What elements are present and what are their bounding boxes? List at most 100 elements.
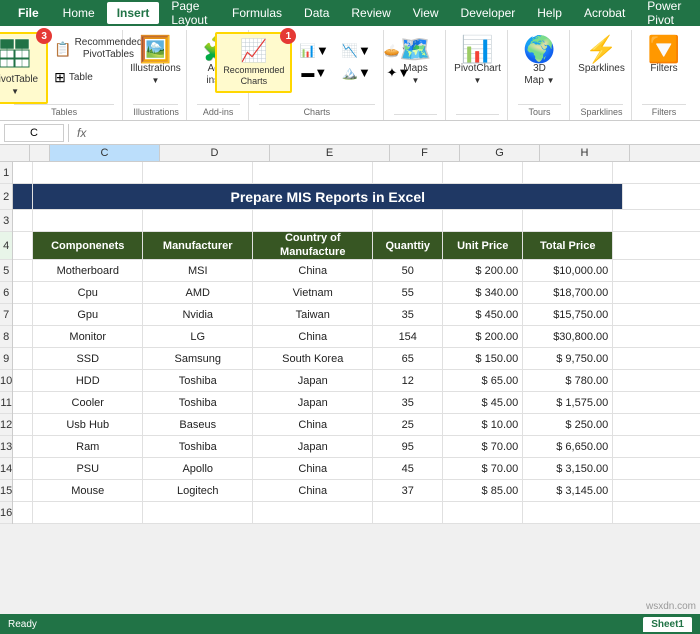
header-manufacturer[interactable]: Manufacturer [143, 232, 253, 259]
cell-qty-10[interactable]: 12 [373, 370, 443, 391]
cell-component-9[interactable]: SSD [33, 348, 143, 369]
cell-f1[interactable] [373, 162, 443, 183]
col-header-c[interactable]: C [50, 145, 160, 161]
cell-component-13[interactable]: Ram [33, 436, 143, 457]
cell-manufacturer-15[interactable]: Logitech [143, 480, 253, 501]
cell-f16[interactable] [373, 502, 443, 523]
cell-d1[interactable] [143, 162, 253, 183]
cell-country-10[interactable]: Japan [253, 370, 373, 391]
col-header-e[interactable]: E [270, 145, 390, 161]
tab-developer[interactable]: Developer [451, 2, 526, 24]
tab-power-pivot[interactable]: Power Pivot [637, 0, 694, 31]
cell-e16[interactable] [253, 502, 373, 523]
cell-total-10[interactable]: $ 780.00 [523, 370, 613, 391]
cell-h3[interactable] [523, 210, 613, 231]
cell-manufacturer-13[interactable]: Toshiba [143, 436, 253, 457]
cell-g1[interactable] [443, 162, 523, 183]
recommended-charts-button[interactable]: 1 📈 RecommendedCharts [215, 32, 292, 93]
cell-h1[interactable] [523, 162, 613, 183]
cell-price-6[interactable]: $ 340.00 [443, 282, 523, 303]
cell-b1[interactable] [13, 162, 33, 183]
3d-map-button[interactable]: 🌍 3DMap ▼ [515, 32, 563, 91]
cell-total-14[interactable]: $ 3,150.00 [523, 458, 613, 479]
col-header-g[interactable]: G [460, 145, 540, 161]
cell-qty-11[interactable]: 35 [373, 392, 443, 413]
sparklines-button[interactable]: ⚡ Sparklines [570, 32, 633, 79]
tab-home[interactable]: Home [53, 2, 105, 24]
cell-b4[interactable] [13, 232, 33, 259]
cell-qty-12[interactable]: 25 [373, 414, 443, 435]
cell-country-14[interactable]: China [253, 458, 373, 479]
cell-total-13[interactable]: $ 6,650.00 [523, 436, 613, 457]
cell-total-7[interactable]: $15,750.00 [523, 304, 613, 325]
cell-qty-9[interactable]: 65 [373, 348, 443, 369]
cell-country-13[interactable]: Japan [253, 436, 373, 457]
tab-insert[interactable]: Insert [107, 2, 160, 24]
cell-component-14[interactable]: PSU [33, 458, 143, 479]
filters-button[interactable]: 🔽 Filters [640, 32, 688, 79]
line-chart-button[interactable]: 📉▼ [336, 41, 376, 61]
cell-price-13[interactable]: $ 70.00 [443, 436, 523, 457]
cell-total-8[interactable]: $30,800.00 [523, 326, 613, 347]
spreadsheet-title[interactable]: Prepare MIS Reports in Excel [33, 184, 623, 209]
cell-c16[interactable] [33, 502, 143, 523]
tab-view[interactable]: View [403, 2, 449, 24]
cell-c3[interactable] [33, 210, 143, 231]
cell-g3[interactable] [443, 210, 523, 231]
cell-country-12[interactable]: China [253, 414, 373, 435]
cell-total-5[interactable]: $10,000.00 [523, 260, 613, 281]
cell-e3[interactable] [253, 210, 373, 231]
maps-button[interactable]: 🗺️ Maps ▼ [391, 32, 439, 91]
tab-acrobat[interactable]: Acrobat [574, 2, 635, 24]
cell-manufacturer-11[interactable]: Toshiba [143, 392, 253, 413]
tab-page-layout[interactable]: Page Layout [161, 0, 220, 31]
cell-g16[interactable] [443, 502, 523, 523]
name-box[interactable] [4, 124, 64, 142]
cell-manufacturer-5[interactable]: MSI [143, 260, 253, 281]
cell-component-5[interactable]: Motherboard [33, 260, 143, 281]
cell-qty-13[interactable]: 95 [373, 436, 443, 457]
bar-chart-button[interactable]: ▬▼ [294, 63, 334, 83]
cell-d3[interactable] [143, 210, 253, 231]
pivot-chart-button[interactable]: 📊 PivotChart ▼ [446, 32, 509, 91]
cell-country-8[interactable]: China [253, 326, 373, 347]
tab-data[interactable]: Data [294, 2, 339, 24]
cell-e1[interactable] [253, 162, 373, 183]
cell-component-8[interactable]: Monitor [33, 326, 143, 347]
cell-price-10[interactable]: $ 65.00 [443, 370, 523, 391]
illustrations-button[interactable]: 🖼️ Illustrations ▼ [122, 32, 189, 91]
header-quantity[interactable]: Quanttiy [373, 232, 443, 259]
cell-h16[interactable] [523, 502, 613, 523]
cell-component-10[interactable]: HDD [33, 370, 143, 391]
cell-total-6[interactable]: $18,700.00 [523, 282, 613, 303]
cell-manufacturer-8[interactable]: LG [143, 326, 253, 347]
col-header-b[interactable] [30, 145, 50, 161]
cell-b3[interactable] [13, 210, 33, 231]
cell-country-15[interactable]: China [253, 480, 373, 501]
cell-total-15[interactable]: $ 3,145.00 [523, 480, 613, 501]
col-header-h[interactable]: H [540, 145, 630, 161]
cell-price-8[interactable]: $ 200.00 [443, 326, 523, 347]
cell-component-7[interactable]: Gpu [33, 304, 143, 325]
cell-manufacturer-7[interactable]: Nvidia [143, 304, 253, 325]
area-chart-button[interactable]: 🏔️▼ [336, 63, 376, 83]
cell-qty-15[interactable]: 37 [373, 480, 443, 501]
tab-review[interactable]: Review [341, 2, 400, 24]
cell-price-9[interactable]: $ 150.00 [443, 348, 523, 369]
cell-country-7[interactable]: Taiwan [253, 304, 373, 325]
cell-b5[interactable] [13, 260, 33, 281]
cell-price-7[interactable]: $ 450.00 [443, 304, 523, 325]
column-chart-button[interactable]: 📊▼ [294, 41, 334, 61]
cell-component-11[interactable]: Cooler [33, 392, 143, 413]
cell-total-9[interactable]: $ 9,750.00 [523, 348, 613, 369]
cell-price-15[interactable]: $ 85.00 [443, 480, 523, 501]
tab-formulas[interactable]: Formulas [222, 2, 292, 24]
cell-manufacturer-6[interactable]: AMD [143, 282, 253, 303]
cell-price-12[interactable]: $ 10.00 [443, 414, 523, 435]
cell-component-6[interactable]: Cpu [33, 282, 143, 303]
col-header-f[interactable]: F [390, 145, 460, 161]
cell-d16[interactable] [143, 502, 253, 523]
cell-qty-7[interactable]: 35 [373, 304, 443, 325]
cell-price-11[interactable]: $ 45.00 [443, 392, 523, 413]
cell-country-9[interactable]: South Korea [253, 348, 373, 369]
